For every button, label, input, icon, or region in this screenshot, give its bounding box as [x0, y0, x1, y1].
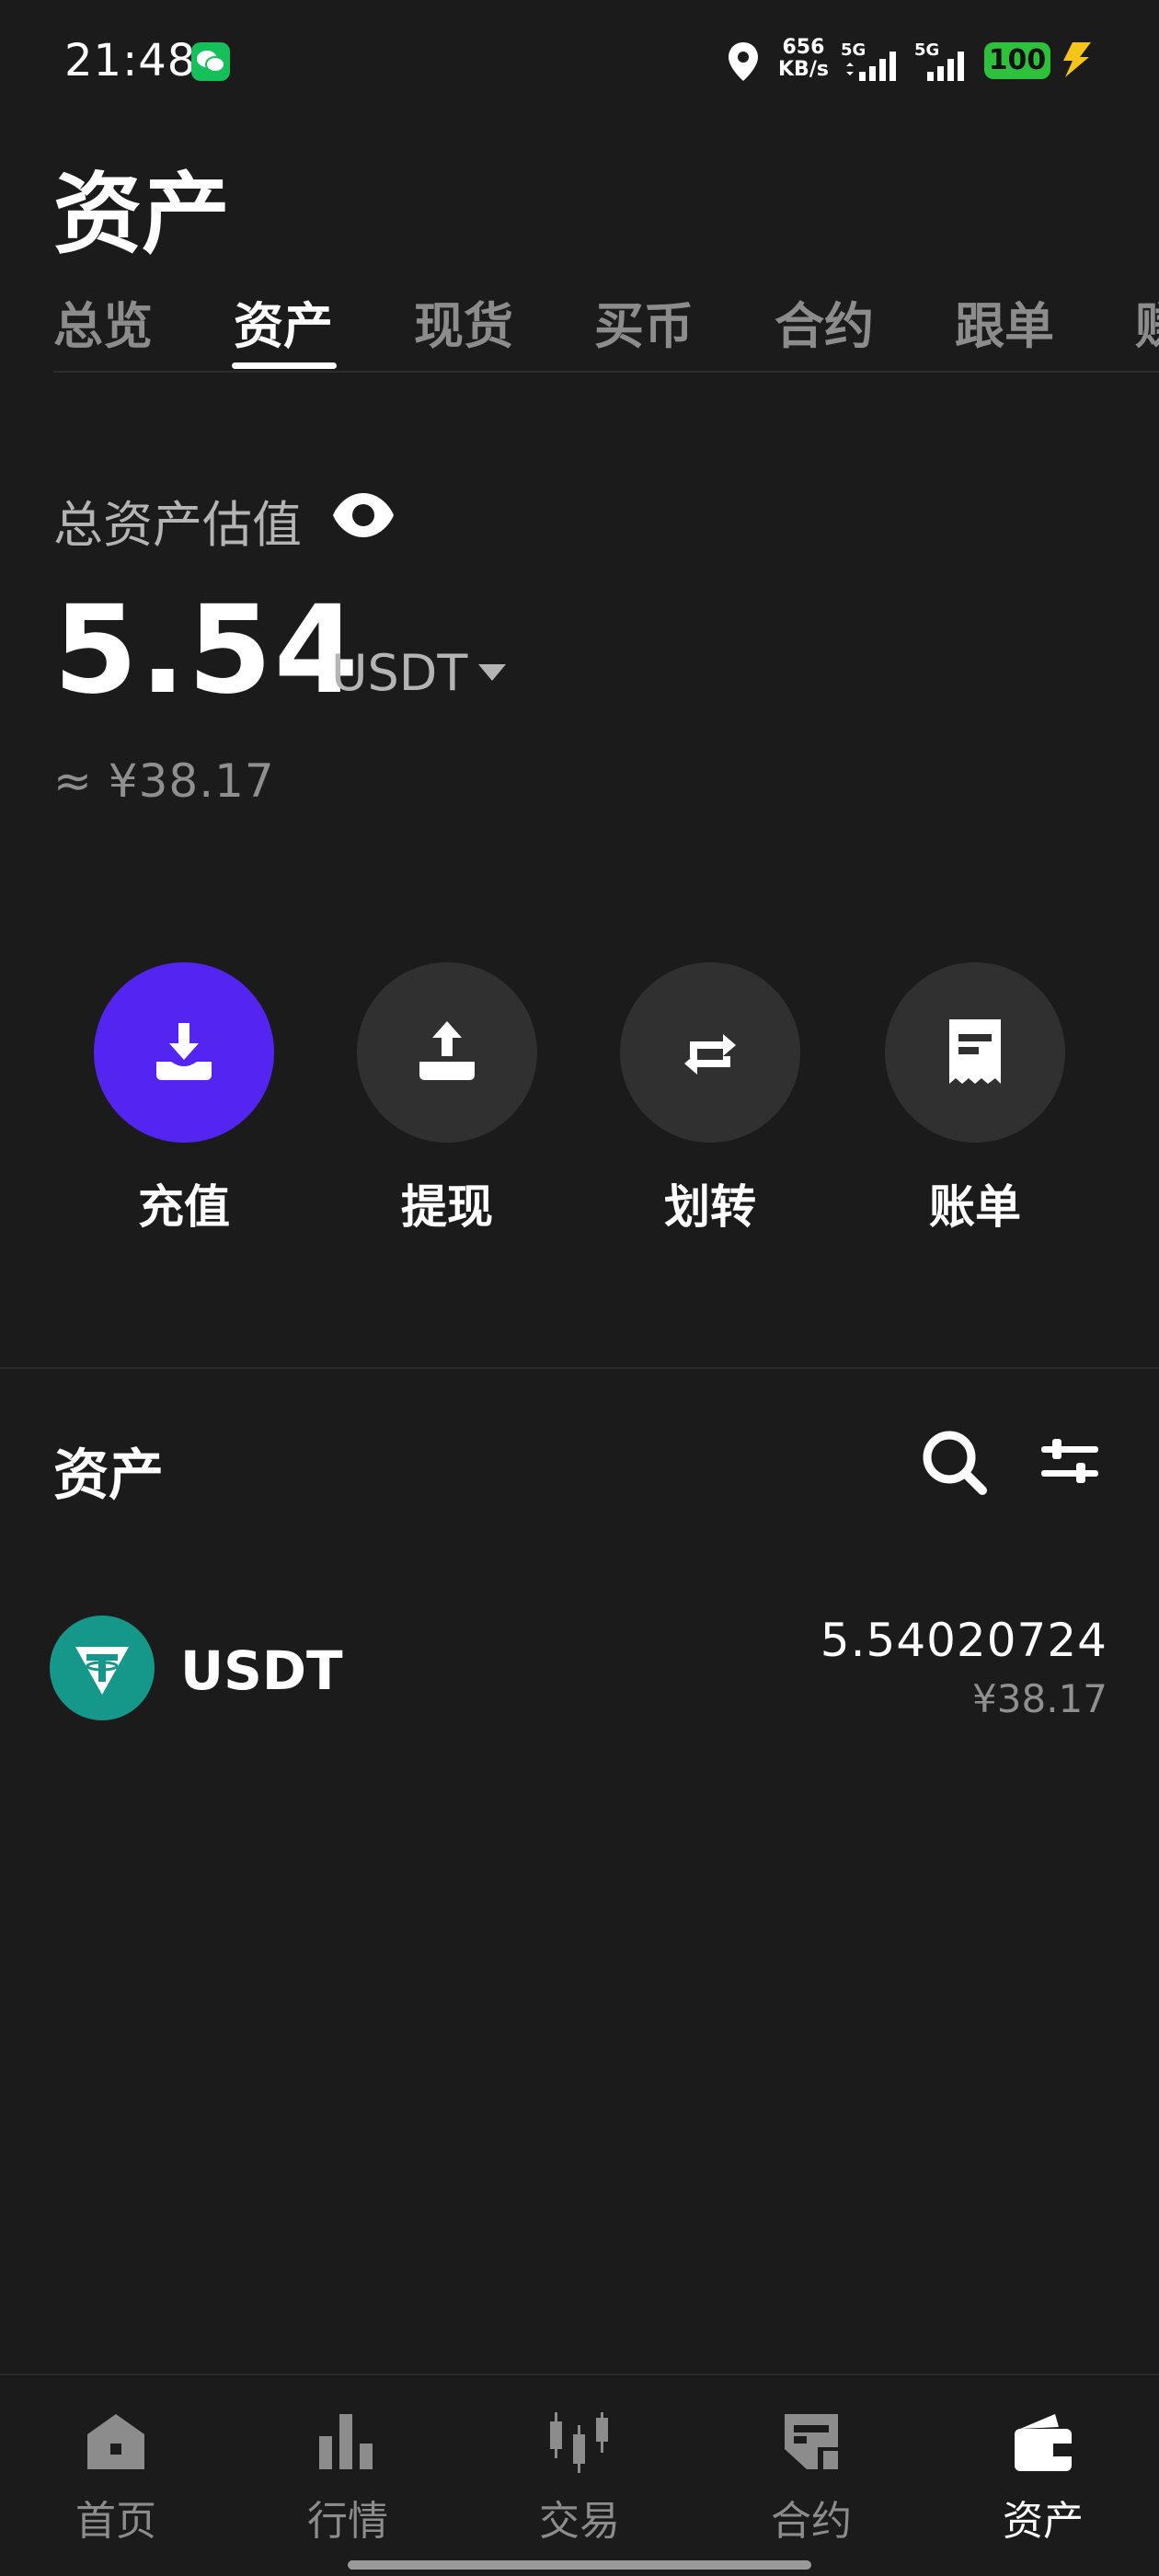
bill-button[interactable]: 账单: [885, 962, 1065, 1236]
nav-home[interactable]: 首页: [24, 2410, 208, 2547]
wallet-icon: [1015, 2414, 1072, 2471]
eye-icon[interactable]: [331, 489, 396, 541]
page-title: 资产: [53, 163, 230, 266]
bottom-navigation: 首页 行情 交易 合约 资产: [0, 2374, 1159, 2576]
trade-icon: [550, 2412, 608, 2473]
assets-section-title: 资产: [53, 1443, 164, 1508]
nav-assets[interactable]: 资产: [951, 2410, 1135, 2547]
status-time: 21:48: [64, 35, 197, 86]
tab-earn[interactable]: 赚: [1135, 285, 1159, 358]
network-speed: 656 KB/s: [778, 36, 829, 81]
active-tab-indicator: [232, 362, 337, 369]
bill-label: 账单: [929, 1180, 1021, 1234]
tab-buy-crypto[interactable]: 买币: [594, 285, 694, 358]
transfer-button[interactable]: 划转: [620, 962, 800, 1236]
asset-amount: 5.54020724: [820, 1614, 1107, 1667]
home-icon: [87, 2414, 144, 2469]
total-asset-cny: ≈ ¥38.17: [53, 754, 275, 808]
futures-icon: [785, 2414, 838, 2469]
charging-icon: [1063, 42, 1091, 77]
transfer-label: 划转: [664, 1180, 756, 1234]
asset-list-item[interactable]: USDT 5.54020724 ¥38.17: [0, 1601, 1159, 1739]
asset-symbol: USDT: [180, 1639, 343, 1702]
location-icon: [729, 42, 758, 81]
signal-icon-2: 5G: [914, 40, 975, 86]
battery-indicator: 100: [984, 42, 1050, 79]
section-divider: [0, 1367, 1159, 1369]
nav-trade[interactable]: 交易: [488, 2410, 671, 2547]
status-bar: 21:48 656 KB/s 5G 5G 100: [0, 0, 1159, 120]
market-icon: [319, 2414, 373, 2469]
deposit-label: 充值: [138, 1180, 230, 1234]
chevron-down-icon[interactable]: [476, 662, 508, 683]
currency-unit-selector[interactable]: USDT: [331, 644, 467, 702]
tab-futures[interactable]: 合约: [775, 285, 874, 358]
tab-copy-trading[interactable]: 跟单: [955, 285, 1054, 358]
usdt-logo-icon: [50, 1616, 155, 1720]
nav-market[interactable]: 行情: [256, 2410, 440, 2547]
nav-futures[interactable]: 合约: [719, 2410, 903, 2547]
asset-tabs: 总览 资产 现货 买币 合约 跟单 赚: [53, 285, 1159, 373]
tab-assets[interactable]: 资产: [234, 285, 333, 358]
bill-icon: [949, 1019, 1001, 1084]
total-asset-value: 5.54: [53, 580, 361, 721]
deposit-icon: [156, 1023, 212, 1080]
withdraw-label: 提现: [401, 1180, 493, 1234]
asset-cny-value: ¥38.17: [972, 1676, 1107, 1721]
total-asset-label: 总资产估值: [53, 496, 302, 554]
search-icon[interactable]: [920, 1428, 988, 1496]
deposit-button[interactable]: 充值: [94, 962, 274, 1236]
tab-overview[interactable]: 总览: [53, 285, 153, 358]
withdraw-button[interactable]: 提现: [357, 962, 537, 1236]
transfer-icon: [684, 1034, 736, 1075]
withdraw-icon: [419, 1021, 475, 1080]
home-indicator[interactable]: [348, 2560, 811, 2570]
filter-icon[interactable]: [1039, 1433, 1100, 1490]
wechat-notification-icon: [191, 42, 230, 81]
signal-icon: 5G: [841, 40, 905, 86]
tab-spot[interactable]: 现货: [414, 285, 513, 358]
